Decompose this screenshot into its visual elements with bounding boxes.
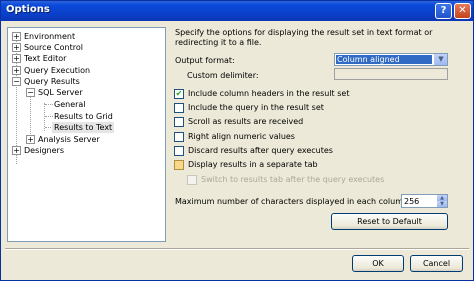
- custom-delimiter-input[interactable]: [334, 68, 448, 80]
- custom-delimiter-label: Custom delimiter:: [187, 71, 259, 80]
- collapse-icon[interactable]: −: [12, 77, 21, 86]
- tree-item-label: Analysis Server: [38, 135, 100, 144]
- checkbox-box[interactable]: [174, 132, 184, 142]
- collapse-icon[interactable]: −: [26, 88, 35, 97]
- footer-divider: [5, 248, 469, 250]
- title-bar[interactable]: Options ? ✕: [1, 1, 473, 21]
- close-button[interactable]: ✕: [454, 3, 471, 19]
- tree-item-label: Text Editor: [24, 54, 67, 63]
- checkbox-label: Discard results after query executes: [188, 146, 333, 155]
- expand-icon[interactable]: +: [12, 66, 21, 75]
- tree-item-label: Query Results: [24, 77, 80, 86]
- chevron-down-icon[interactable]: ▼: [434, 54, 447, 65]
- panel-description: Specify the options for displaying the r…: [175, 28, 433, 47]
- help-button[interactable]: ?: [435, 3, 452, 19]
- cancel-button[interactable]: Cancel: [410, 255, 463, 272]
- tree-item-label: Designers: [24, 146, 64, 155]
- checkbox-box[interactable]: [174, 103, 184, 113]
- tree-item-label: Environment: [24, 32, 76, 41]
- checkbox-label: Switch to results tab after the query ex…: [201, 175, 385, 184]
- options-dialog: Options ? ✕ + Environment + Source Contr…: [0, 0, 474, 281]
- tree-item-general[interactable]: General: [54, 99, 86, 110]
- reset-to-default-button[interactable]: Reset to Default: [331, 213, 448, 230]
- tree-item-results-to-grid[interactable]: Results to Grid: [54, 111, 113, 122]
- tree-item-label: Source Control: [24, 43, 83, 52]
- help-icon: ?: [440, 5, 447, 16]
- max-chars-label: Maximum number of characters displayed i…: [175, 197, 411, 206]
- checkbox-box[interactable]: [174, 117, 184, 127]
- checkbox-box: [187, 175, 197, 185]
- output-format-select[interactable]: Column aligned ▼: [334, 53, 448, 66]
- expand-icon[interactable]: +: [12, 54, 21, 63]
- close-icon: ✕: [458, 5, 467, 16]
- tree-item-label: General: [54, 100, 86, 109]
- checkbox-box[interactable]: [174, 146, 184, 156]
- window-title: Options: [6, 4, 50, 15]
- checkbox-box[interactable]: [174, 160, 184, 170]
- expand-icon[interactable]: +: [26, 135, 35, 144]
- ok-button[interactable]: OK: [352, 255, 404, 272]
- tree-item-results-to-text[interactable]: Results to Text: [52, 122, 115, 133]
- expand-icon[interactable]: +: [12, 32, 21, 41]
- tree-item-label: Results to Grid: [54, 112, 113, 121]
- tree-item-label: Results to Text: [54, 123, 113, 132]
- tree-item-label: Query Execution: [24, 66, 91, 75]
- spin-down-icon[interactable]: ▼: [437, 201, 447, 207]
- output-format-value: Column aligned: [336, 55, 432, 64]
- checkbox-label: Include column headers in the result set: [188, 89, 350, 98]
- output-format-label: Output format:: [175, 56, 235, 65]
- checkmark-icon[interactable]: ✔: [174, 89, 184, 99]
- options-tree[interactable]: + Environment + Source Control + Text Ed…: [7, 27, 166, 242]
- tree-line: [45, 104, 53, 105]
- checkbox-label: Scroll as results are received: [188, 117, 304, 126]
- checkbox-label: Display results in a separate tab: [188, 160, 318, 169]
- checkbox-label: Include the query in the result set: [188, 103, 324, 112]
- expand-icon[interactable]: +: [12, 146, 21, 155]
- max-chars-stepper[interactable]: 256 ▲ ▼: [401, 194, 448, 208]
- checkbox-label: Right align numeric values: [188, 132, 295, 141]
- max-chars-value[interactable]: 256: [404, 197, 419, 206]
- tree-line: [45, 116, 53, 117]
- tree-item-label: SQL Server: [38, 88, 83, 97]
- expand-icon[interactable]: +: [12, 43, 21, 52]
